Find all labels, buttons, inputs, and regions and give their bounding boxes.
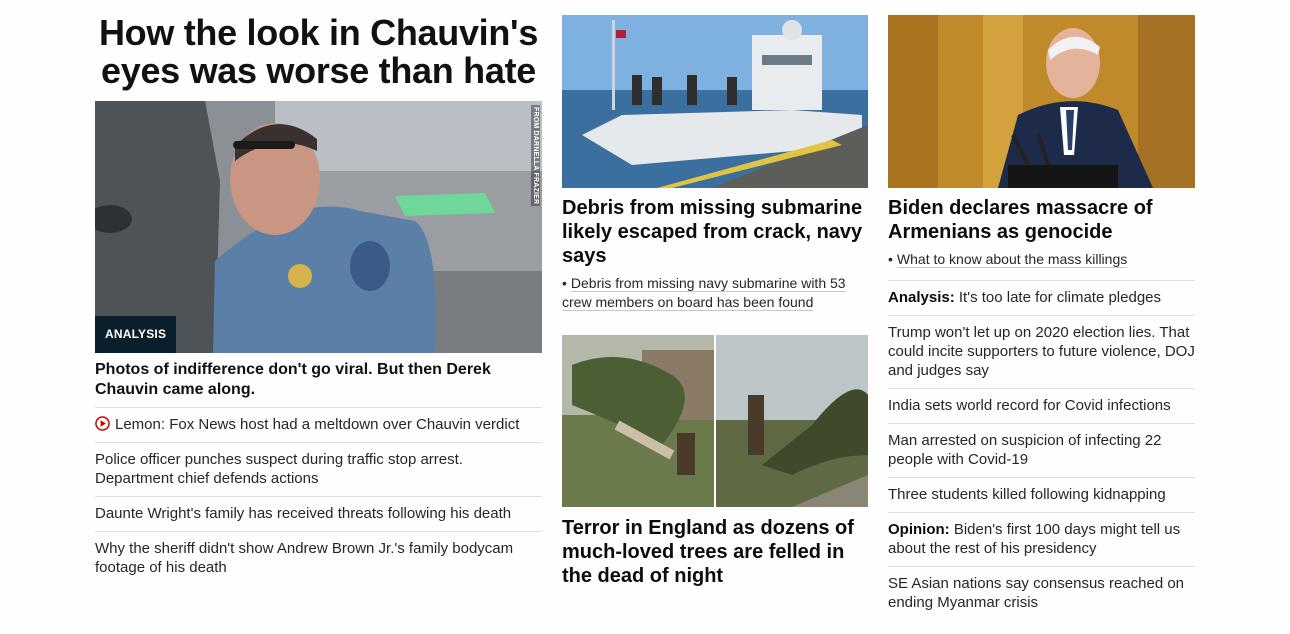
list-item[interactable]: SE Asian nations say consensus reached o… xyxy=(888,566,1195,620)
sub-link-text[interactable]: What to know about the mass killings xyxy=(896,251,1128,268)
list-item[interactable]: Lemon: Fox News host had a meltdown over… xyxy=(95,407,542,442)
headline-list: Analysis: It's too late for climate pled… xyxy=(888,280,1195,620)
opinion-label: Opinion: xyxy=(888,521,950,538)
lead-headline[interactable]: How the look in Chauvin's eyes was worse… xyxy=(95,14,542,90)
list-item[interactable]: Trump won't let up on 2020 election lies… xyxy=(888,315,1195,388)
list-item[interactable]: Police officer punches suspect during tr… xyxy=(95,442,542,496)
list-item[interactable]: Daunte Wright's family has received thre… xyxy=(95,496,542,531)
trees-story-image[interactable] xyxy=(562,335,868,507)
list-item[interactable]: Analysis: It's too late for climate pled… xyxy=(888,280,1195,315)
trees-headline[interactable]: Terror in England as dozens of much-love… xyxy=(562,516,868,588)
list-item[interactable]: India sets world record for Covid infect… xyxy=(888,388,1195,423)
lead-story-image[interactable]: FROM DARNELLA FRAZIER ANALYSIS xyxy=(95,101,542,353)
biden-photo xyxy=(888,15,1195,188)
right-column: Biden declares massacre of Armenians as … xyxy=(888,0,1195,620)
list-item[interactable]: Man arrested on suspicion of infecting 2… xyxy=(888,423,1195,477)
related-list: Lemon: Fox News host had a meltdown over… xyxy=(95,407,542,585)
list-item-text: Lemon: Fox News host had a meltdown over… xyxy=(115,416,520,433)
list-item-text: It's too late for climate pledges xyxy=(958,289,1162,306)
lead-caption[interactable]: Photos of indifference don't go viral. B… xyxy=(95,360,542,407)
biden-story-image[interactable] xyxy=(888,15,1195,188)
bullet: • xyxy=(562,275,567,291)
analysis-badge: ANALYSIS xyxy=(95,316,177,353)
image-credit: FROM DARNELLA FRAZIER xyxy=(531,105,540,207)
middle-column: Debris from missing submarine likely esc… xyxy=(562,0,868,588)
analysis-label: Analysis: xyxy=(888,289,955,306)
biden-sub-link[interactable]: • What to know about the mass killings xyxy=(888,250,1195,269)
submarine-headline[interactable]: Debris from missing submarine likely esc… xyxy=(562,196,868,268)
navy-ship-photo xyxy=(562,15,868,188)
biden-headline[interactable]: Biden declares massacre of Armenians as … xyxy=(888,196,1195,244)
felled-trees-photo xyxy=(562,335,868,507)
list-item[interactable]: Three students killed following kidnappi… xyxy=(888,477,1195,512)
submarine-story-image[interactable] xyxy=(562,15,868,188)
lead-story-column: How the look in Chauvin's eyes was worse… xyxy=(95,0,542,585)
sub-link-text[interactable]: Debris from missing navy submarine with … xyxy=(562,275,846,311)
play-video-icon xyxy=(95,416,110,431)
submarine-sub-link[interactable]: • Debris from missing navy submarine with… xyxy=(562,274,868,312)
list-item[interactable]: Opinion: Biden's first 100 days might te… xyxy=(888,512,1195,566)
bullet: • xyxy=(888,251,893,267)
list-item[interactable]: Why the sheriff didn't show Andrew Brown… xyxy=(95,531,542,585)
